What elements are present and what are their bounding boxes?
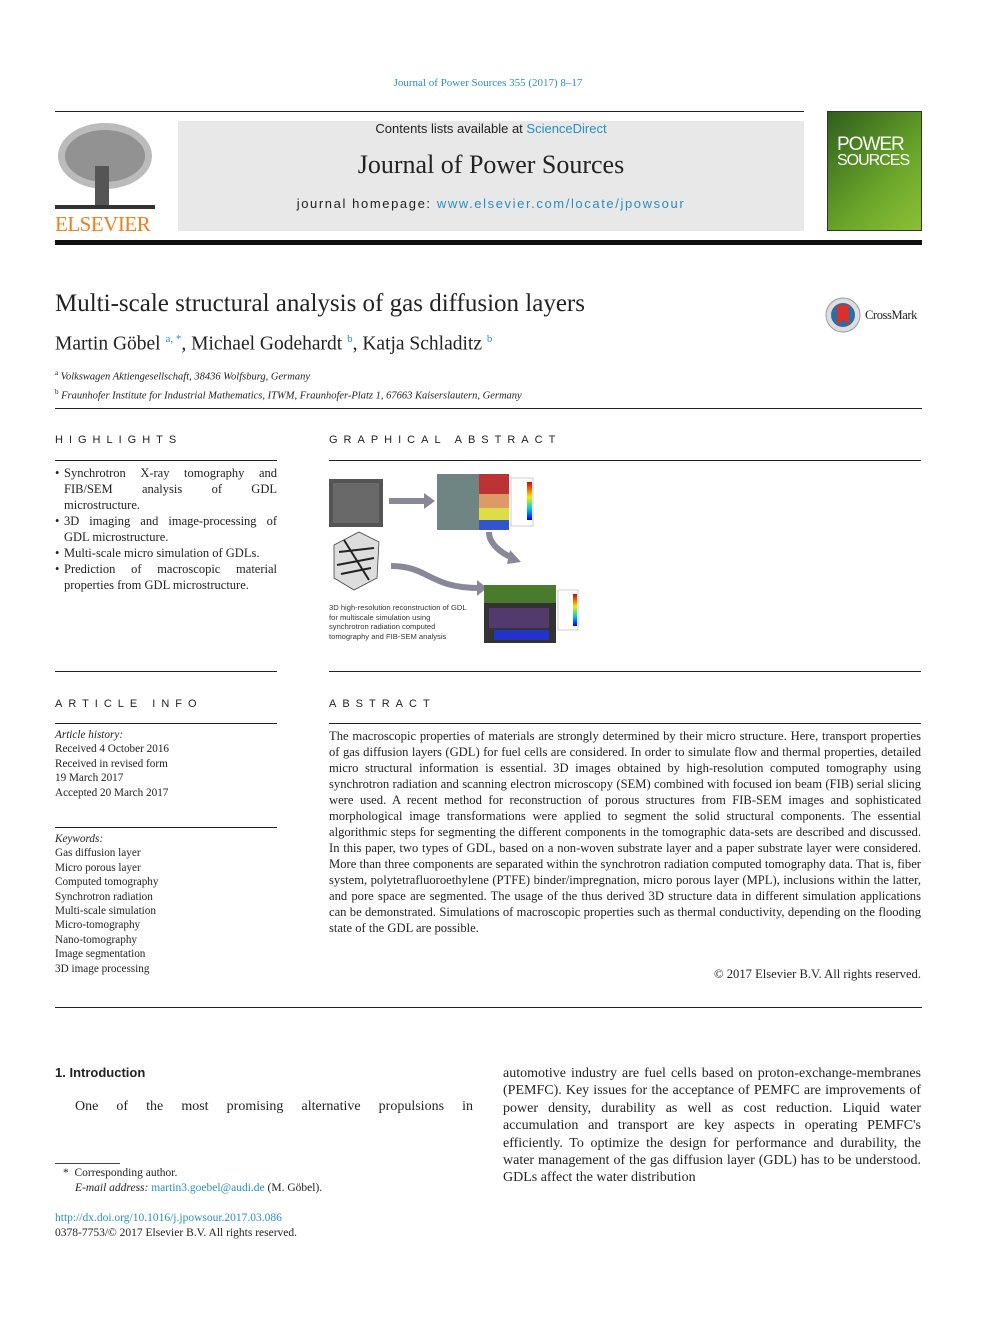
highlight-item: Synchrotron X-ray tomography and FIB/SEM… [55,465,277,513]
history-item: 19 March 2017 [55,772,124,785]
author-sup[interactable]: a, * [165,333,181,345]
body-right-text: automotive industry are fuel cells based… [503,1066,921,1186]
affiliation-a: a Volkswagen Aktiengesellschaft, 38436 W… [55,369,310,383]
journal-banner: Contents lists available at ScienceDirec… [178,121,804,231]
author-sup[interactable]: b [347,333,353,345]
keyword: Multi-scale simulation [55,905,156,918]
keyword: Synchrotron radiation [55,890,153,903]
abstract-copyright: © 2017 Elsevier B.V. All rights reserved… [714,967,921,981]
keyword: 3D image processing [55,962,150,975]
keyword: Nano-tomography [55,933,138,946]
graphical-abstract-caption: 3D high-resolution reconstruction of GDL… [329,603,467,641]
keywords: Keywords: Gas diffusion layer Micro poro… [55,832,158,976]
section-heading: 1. Introduction [55,1065,146,1080]
abstract-heading: ABSTRACT [329,698,436,710]
elsevier-tree-logo [55,121,155,211]
highlights-heading: HIGHLIGHTS [55,434,183,446]
header-divider [55,240,922,245]
elsevier-logo-text: ELSEVIER [55,212,151,236]
body-left-text: One of the most promising alternative pr… [75,1099,473,1114]
highlight-item: Multi-scale micro simulation of GDLs. [55,545,277,561]
article-info-heading: ARTICLE INFO [55,698,203,710]
history-label: Article history: [55,729,124,741]
issn-copyright: 0378-7753/© 2017 Elsevier B.V. All right… [55,1227,298,1239]
graphical-abstract-figure: 3D high-resolution reconstruction of GDL… [329,470,584,655]
highlight-item: 3D imaging and image-processing of GDL m… [55,513,277,545]
keyword: Image segmentation [55,948,146,961]
journal-cover: POWER SOURCES [827,111,922,231]
author-name: Michael Godehardt [191,333,343,355]
article-title: Multi-scale structural analysis of gas d… [55,290,585,317]
keyword: Micro-tomography [55,919,141,932]
author-name: Katja Schladitz [362,333,482,355]
email-link[interactable]: martin3.goebel@audi.de [151,1182,264,1194]
journal-citation[interactable]: Journal of Power Sources 355 (2017) 8–17 [0,77,976,89]
author-sup[interactable]: b [487,333,493,345]
corresponding-footnote: * Corresponding author. [63,1167,178,1179]
cover-title-1: POWER [837,134,905,155]
keyword: Computed tomography [55,876,159,889]
contents-prefix: Contents lists available at [375,121,527,136]
homepage-link[interactable]: www.elsevier.com/locate/jpowsour [437,196,685,211]
keyword: Gas diffusion layer [55,847,141,860]
history-item: Accepted 20 March 2017 [55,786,169,799]
graphical-abstract-heading: GRAPHICAL ABSTRACT [329,434,562,446]
keyword: Micro porous layer [55,861,141,874]
highlights-list: Synchrotron X-ray tomography and FIB/SEM… [55,465,277,593]
affiliations: a Volkswagen Aktiengesellschaft, 38436 W… [55,366,522,403]
sciencedirect-link[interactable]: ScienceDirect [526,121,606,136]
crossmark-label: CrossMark [865,307,917,322]
homepage-prefix: journal homepage: [296,196,437,211]
affiliation-b: b Fraunhofer Institute for Industrial Ma… [55,387,522,402]
author-name: Martin Göbel [55,333,161,355]
crossmark-icon [825,297,861,333]
keywords-label: Keywords: [55,833,104,845]
email-footnote: E-mail address: martin3.goebel@audi.de (… [75,1182,323,1194]
author-list: Martin Göbel a, *, Michael Godehardt b, … [55,333,493,355]
crossmark-badge[interactable]: CrossMark [825,297,917,333]
journal-title: Journal of Power Sources [357,150,625,179]
doi-link[interactable]: http://dx.doi.org/10.1016/j.jpowsour.201… [55,1211,282,1225]
article-history: Article history: Received 4 October 2016… [55,728,169,800]
highlight-item: Prediction of macroscopic material prope… [55,561,277,593]
cover-title-2: SOURCES [837,152,910,169]
history-item: Received in revised form [55,757,168,770]
history-item: Received 4 October 2016 [55,743,170,756]
abstract-text: The macroscopic properties of materials … [329,729,921,935]
